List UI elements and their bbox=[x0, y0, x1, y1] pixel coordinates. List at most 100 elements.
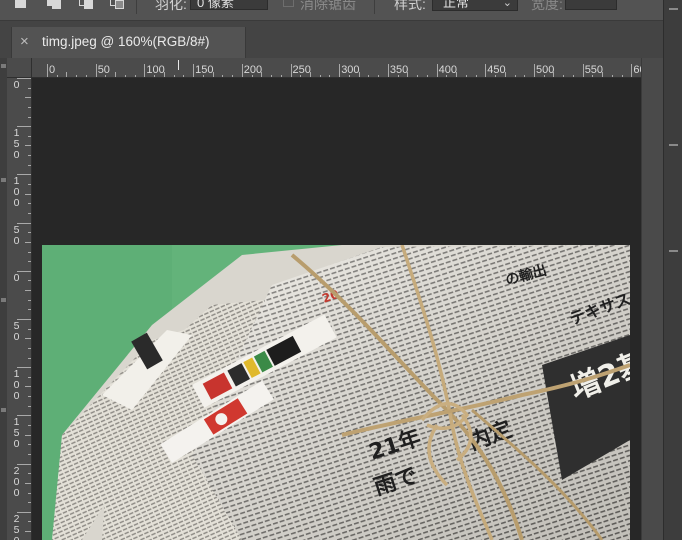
style-label: 样式: bbox=[394, 0, 426, 12]
ruler-minor-tick bbox=[28, 203, 31, 205]
ruler-label: 0 bbox=[13, 149, 20, 162]
ruler-label: 50 bbox=[97, 64, 110, 76]
feather-input[interactable]: 0 像素 bbox=[190, 0, 268, 10]
antialias-label: 消除锯齿 bbox=[300, 0, 356, 12]
ruler-major-tick bbox=[436, 64, 438, 77]
ruler-minor-tick bbox=[28, 184, 31, 186]
ruler-major-tick bbox=[290, 64, 292, 77]
panel-marker bbox=[669, 8, 678, 10]
ruler-label: 500 bbox=[536, 64, 555, 76]
close-icon[interactable]: × bbox=[20, 33, 29, 51]
options-bar: 羽化: 0 像素 消除锯齿 样式: 正常 ⌄ 宽度: bbox=[0, 0, 682, 21]
ruler-label: 0 bbox=[13, 475, 20, 488]
ruler-label: 0 bbox=[13, 197, 20, 210]
ruler-major-tick bbox=[17, 463, 31, 465]
ruler-label: 1 bbox=[13, 368, 20, 381]
ruler-major-tick bbox=[17, 367, 31, 369]
ruler-major-tick bbox=[17, 415, 31, 417]
ruler-minor-tick bbox=[25, 338, 31, 340]
ruler-label: 0 bbox=[13, 486, 20, 499]
ruler-minor-tick bbox=[28, 309, 31, 311]
ruler-minor-tick bbox=[25, 145, 31, 147]
ruler-label: 60 bbox=[633, 64, 641, 76]
antialias-checkbox[interactable] bbox=[283, 0, 294, 7]
ruler-label: 2 bbox=[13, 512, 20, 525]
ruler-minor-tick bbox=[28, 116, 31, 118]
ruler-minor-tick bbox=[28, 376, 31, 378]
ruler-label: 2 bbox=[13, 464, 20, 477]
ruler-label: 300 bbox=[341, 64, 360, 76]
tool-marker[interactable] bbox=[1, 178, 6, 182]
ruler-minor-tick bbox=[28, 396, 31, 398]
tool-marker[interactable] bbox=[1, 408, 6, 412]
new-selection-icon[interactable] bbox=[12, 0, 28, 9]
ruler-major-tick bbox=[95, 64, 97, 77]
right-panel-dock[interactable] bbox=[663, 0, 682, 540]
document-tab[interactable]: × timg.jpeg @ 160%(RGB/8#) bbox=[11, 27, 246, 58]
style-select[interactable]: 正常 ⌄ bbox=[432, 0, 518, 11]
ruler-major-tick bbox=[17, 319, 31, 320]
panel-marker bbox=[669, 250, 678, 252]
intersect-selection-icon[interactable] bbox=[109, 0, 125, 9]
ruler-major-tick bbox=[485, 64, 487, 77]
ruler-major-tick bbox=[339, 64, 341, 77]
vertical-scrollbar[interactable] bbox=[641, 58, 663, 540]
ruler-major-tick bbox=[47, 64, 48, 77]
ruler-minor-tick bbox=[28, 328, 31, 330]
ruler-minor-tick bbox=[28, 87, 31, 89]
ruler-minor-tick bbox=[28, 164, 31, 166]
ruler-major-tick bbox=[582, 64, 584, 77]
ruler-major-tick bbox=[387, 64, 389, 77]
ruler-minor-tick bbox=[28, 261, 31, 263]
ruler-label: 100 bbox=[146, 64, 165, 76]
vertical-ruler[interactable]: 015010050050100150200250 bbox=[7, 78, 32, 540]
ruler-label: 0 bbox=[49, 64, 56, 76]
ruler-label: 0 bbox=[12, 536, 21, 540]
ruler-label: 1 bbox=[13, 175, 20, 188]
ruler-minor-tick bbox=[28, 405, 31, 407]
divider bbox=[136, 0, 137, 14]
ruler-label: 150 bbox=[195, 64, 214, 76]
ruler-minor-tick bbox=[25, 386, 31, 388]
width-label: 宽度: bbox=[531, 0, 563, 12]
ruler-label: 0 bbox=[13, 186, 20, 199]
ruler-minor-tick bbox=[28, 155, 31, 157]
ruler-label: 0 bbox=[13, 271, 20, 284]
tool-marker[interactable] bbox=[1, 64, 6, 68]
ruler-label: 350 bbox=[389, 64, 409, 76]
ruler-origin[interactable] bbox=[7, 58, 32, 78]
ruler-cursor-marker bbox=[178, 60, 179, 70]
width-input[interactable] bbox=[565, 0, 617, 10]
horizontal-ruler[interactable]: 0 50 100 150 200 250 300 350 400 450 500 550 60 bbox=[32, 58, 641, 78]
tool-marker[interactable] bbox=[1, 298, 6, 302]
tools-panel-edge bbox=[0, 58, 7, 540]
ruler-major-tick bbox=[193, 64, 195, 77]
ruler-label: 250 bbox=[292, 64, 311, 76]
ruler-minor-tick bbox=[28, 135, 31, 137]
ruler-label: 5 bbox=[13, 427, 20, 440]
subtract-from-selection-icon[interactable] bbox=[78, 0, 94, 9]
ruler-major-tick bbox=[17, 78, 31, 79]
ruler-minor-tick bbox=[28, 106, 31, 108]
ruler-label: 5 bbox=[13, 138, 20, 151]
ruler-major-tick bbox=[17, 222, 31, 224]
panel-marker bbox=[669, 144, 678, 146]
add-to-selection-icon[interactable] bbox=[46, 0, 62, 9]
ruler-label: 550 bbox=[584, 64, 604, 76]
ruler-label: 200 bbox=[243, 64, 263, 76]
style-select-value: 正常 bbox=[443, 0, 470, 10]
ruler-minor-tick bbox=[28, 453, 31, 455]
canvas-pasteboard[interactable]: 増2基 21年 雨で 内定 テキサス の輸出 20 bbox=[32, 78, 641, 540]
ruler-label: 0 bbox=[13, 331, 20, 343]
ruler-label: 400 bbox=[438, 64, 457, 76]
ruler-minor-tick bbox=[28, 502, 31, 504]
ruler-major-tick bbox=[17, 174, 31, 176]
ruler-minor-tick bbox=[28, 232, 31, 234]
document-tab-bar: × timg.jpeg @ 160%(RGB/8#) bbox=[0, 21, 682, 58]
newspaper-photo: 増2基 21年 雨で 内定 テキサス の輸出 20 bbox=[42, 245, 630, 540]
ruler-minor-tick bbox=[25, 97, 31, 99]
ruler-major-tick bbox=[17, 126, 31, 128]
ruler-major-tick bbox=[631, 64, 633, 77]
document-image[interactable]: 増2基 21年 雨で 内定 テキサス の輸出 20 bbox=[42, 245, 630, 540]
ruler-minor-tick bbox=[25, 241, 31, 243]
